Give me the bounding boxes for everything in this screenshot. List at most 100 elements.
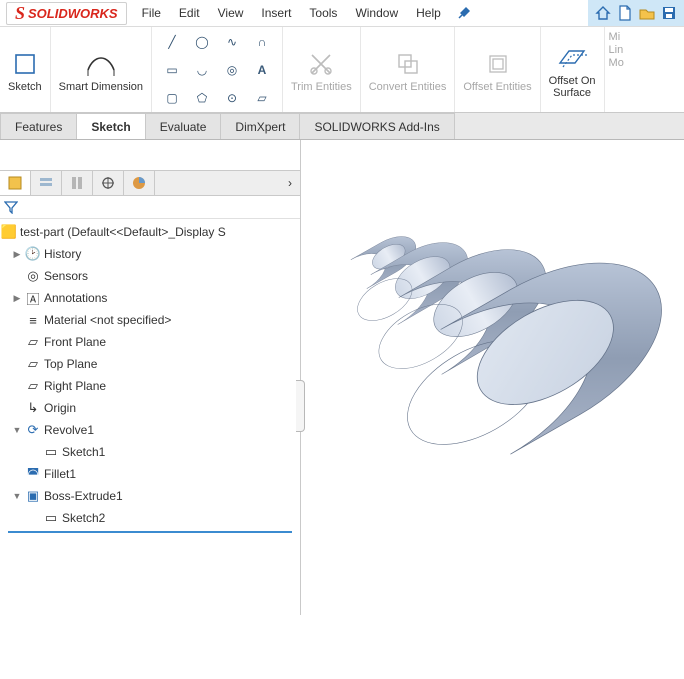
tree-top-plane[interactable]: ▱Top Plane (0, 353, 300, 375)
ribbon-offset-label: Offset Entities (463, 81, 531, 93)
rect-tool-icon[interactable]: ▭ (158, 57, 186, 83)
brand-logo-icon: S (15, 3, 25, 24)
sensors-icon: ◎ (24, 268, 42, 284)
panel-collapse-handle[interactable] (296, 380, 305, 432)
plane-icon: ▱ (24, 334, 42, 350)
ribbon-offsurf-l2: Surface (553, 87, 591, 99)
ribbon-sketch-tools: ╱ ◯ ∿ ∩ ▭ ◡ ◎ A ▢ ⬠ ⊙ ▱ (152, 27, 283, 112)
cm-tab-dimxpert[interactable]: DimXpert (220, 113, 300, 139)
circle-tool-icon[interactable]: ◯ (188, 29, 216, 55)
tree-sensors[interactable]: ◎Sensors (0, 265, 300, 287)
rollback-bar[interactable] (8, 531, 292, 533)
plane-icon: ▱ (24, 378, 42, 394)
menu-tools[interactable]: Tools (300, 0, 346, 26)
fillet-icon: ◚ (24, 466, 42, 482)
part-icon: 🟨 (0, 224, 18, 240)
collapse-icon[interactable]: ▼ (10, 425, 24, 435)
ribbon-offset[interactable]: Offset Entities (455, 27, 540, 112)
menu-file[interactable]: File (133, 0, 170, 26)
side-linear[interactable]: Lin (609, 44, 624, 57)
text-tool-icon[interactable]: A (248, 57, 276, 83)
graphics-viewport[interactable]: ↖ (301, 140, 684, 615)
cm-tab-sketch[interactable]: Sketch (76, 113, 145, 139)
ribbon-convert-label: Convert Entities (369, 81, 447, 93)
origin-icon: ↳ (24, 400, 42, 416)
plane-icon: ▱ (24, 356, 42, 372)
side-move[interactable]: Mo (609, 57, 624, 70)
ribbon-sketch-label: Sketch (8, 81, 42, 93)
sketch-item-icon: ▭ (42, 510, 60, 526)
curve-tool-icon[interactable]: ∩ (248, 29, 276, 55)
line-tool-icon[interactable]: ╱ (158, 29, 186, 55)
open-icon[interactable] (636, 2, 658, 24)
extrude-icon: ▣ (24, 488, 42, 504)
offset-surface-icon (557, 41, 587, 75)
panel-tab-feature-tree[interactable] (0, 171, 31, 195)
ribbon-trim-label: Trim Entities (291, 81, 352, 93)
funnel-icon (4, 200, 18, 214)
tree-front-plane[interactable]: ▱Front Plane (0, 331, 300, 353)
ribbon-offset-surface[interactable]: Offset On Surface (541, 27, 605, 112)
cm-tab-addins[interactable]: SOLIDWORKS Add-Ins (299, 113, 454, 139)
tree-sketch2[interactable]: ▭Sketch2 (0, 507, 300, 529)
pin-icon[interactable] (450, 5, 480, 22)
menu-insert[interactable]: Insert (252, 0, 300, 26)
plane-tool-icon[interactable]: ▱ (248, 85, 276, 111)
menu-help[interactable]: Help (407, 0, 450, 26)
menu-edit[interactable]: Edit (170, 0, 209, 26)
expand-icon[interactable]: ▶ (10, 249, 24, 260)
menu-view[interactable]: View (209, 0, 253, 26)
slot-tool-icon[interactable]: ▢ (158, 85, 186, 111)
tree-right-plane[interactable]: ▱Right Plane (0, 375, 300, 397)
model-render (301, 140, 684, 614)
tree-fillet1[interactable]: ◚Fillet1 (0, 463, 300, 485)
ribbon-trim[interactable]: Trim Entities (283, 27, 361, 112)
panel-tab-dimxpert[interactable] (93, 171, 124, 195)
expand-icon[interactable]: ▶ (10, 293, 24, 304)
tree-origin[interactable]: ↳Origin (0, 397, 300, 419)
tree-material[interactable]: ≡Material <not specified> (0, 309, 300, 331)
spline-tool-icon[interactable]: ∿ (218, 29, 246, 55)
panel-tab-property[interactable] (31, 171, 62, 195)
tree-sketch1[interactable]: ▭Sketch1 (0, 441, 300, 463)
new-icon[interactable] (614, 2, 636, 24)
tree-revolve1[interactable]: ▼⟳Revolve1 (0, 419, 300, 441)
ribbon-smart-dimension[interactable]: Smart Dimension (51, 27, 152, 112)
ribbon-side-stack: Mi Lin Mo (605, 27, 624, 112)
point-tool-icon[interactable]: ⊙ (218, 85, 246, 111)
panel-tab-config[interactable] (62, 171, 93, 195)
ribbon-convert[interactable]: Convert Entities (361, 27, 456, 112)
panel-tab-display[interactable] (124, 171, 155, 195)
feature-tree: 🟨test-part (Default<<Default>_Display S … (0, 219, 300, 615)
tree-annotations[interactable]: ▶🄰Annotations (0, 287, 300, 309)
ribbon-offsurf-l1: Offset On (549, 75, 596, 87)
offset-icon (485, 47, 511, 81)
polygon-tool-icon[interactable]: ⬠ (188, 85, 216, 111)
filter-row[interactable] (0, 196, 300, 219)
material-icon: ≡ (24, 313, 42, 328)
brand-text: SOLIDWORKS (28, 6, 118, 21)
save-icon[interactable] (658, 2, 680, 24)
trim-icon (308, 47, 334, 81)
tree-root[interactable]: 🟨test-part (Default<<Default>_Display S (0, 221, 300, 243)
ribbon-sketch[interactable]: Sketch (0, 27, 51, 112)
arc-tool-icon[interactable]: ◡ (188, 57, 216, 83)
cm-tab-evaluate[interactable]: Evaluate (145, 113, 222, 139)
app-brand[interactable]: S SOLIDWORKS (6, 2, 127, 25)
ellipse-tool-icon[interactable]: ◎ (218, 57, 246, 83)
sketch-item-icon: ▭ (42, 444, 60, 460)
tree-history[interactable]: ▶🕑History (0, 243, 300, 265)
smart-dimension-icon (84, 47, 118, 81)
ribbon-smartdim-label: Smart Dimension (59, 81, 143, 93)
convert-icon (395, 47, 421, 81)
revolve-icon: ⟳ (24, 422, 42, 438)
history-icon: 🕑 (24, 246, 42, 262)
tree-boss-extrude1[interactable]: ▼▣Boss-Extrude1 (0, 485, 300, 507)
side-mirror[interactable]: Mi (609, 31, 624, 44)
menu-window[interactable]: Window (346, 0, 407, 26)
collapse-icon[interactable]: ▼ (10, 491, 24, 501)
panel-tab-more-icon[interactable]: › (280, 176, 300, 190)
annotations-icon: 🄰 (24, 289, 42, 308)
home-icon[interactable] (592, 2, 614, 24)
cm-tab-features[interactable]: Features (0, 113, 77, 139)
